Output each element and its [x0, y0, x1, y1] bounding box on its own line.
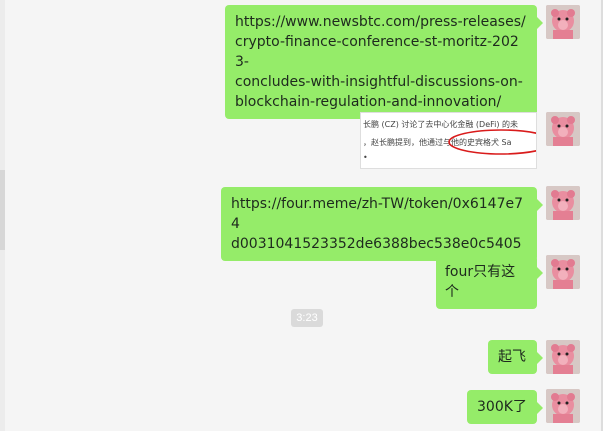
message-link-newsbtc[interactable]: https://www.newsbtc.com/press-releases/ …: [225, 5, 543, 119]
avatar[interactable]: [546, 389, 580, 423]
timestamp-badge: 3:23: [291, 309, 323, 327]
pink-bear-avatar-icon: [546, 5, 580, 39]
avatar[interactable]: [546, 5, 580, 39]
avatar[interactable]: [546, 112, 580, 146]
avatar[interactable]: [546, 186, 580, 220]
pink-bear-avatar-icon: [546, 389, 580, 423]
left-scrollbar-track[interactable]: [0, 0, 5, 431]
pink-bear-avatar-icon: [546, 255, 580, 289]
image-message[interactable]: 长鹏 (CZ) 讨论了去中心化金融 (DeFi) 的未 ，赵长鹏提到，他通过与他…: [360, 112, 537, 169]
pink-bear-avatar-icon: [546, 340, 580, 374]
message-four-only-this[interactable]: four只有这个: [436, 255, 543, 309]
avatar[interactable]: [546, 340, 580, 374]
pink-bear-avatar-icon: [546, 112, 580, 146]
left-scrollbar-thumb[interactable]: [0, 170, 5, 250]
avatar[interactable]: [546, 255, 580, 289]
message-link-four-meme[interactable]: https://four.meme/zh-TW/token/0x6147e74 …: [221, 187, 543, 261]
message-300k[interactable]: 300K了: [467, 390, 543, 424]
pink-bear-avatar-icon: [546, 186, 580, 220]
chat-panel: https://www.newsbtc.com/press-releases/ …: [0, 0, 603, 431]
red-circle-annotation-icon: [448, 129, 536, 155]
message-takeoff[interactable]: 起飞: [488, 340, 543, 374]
